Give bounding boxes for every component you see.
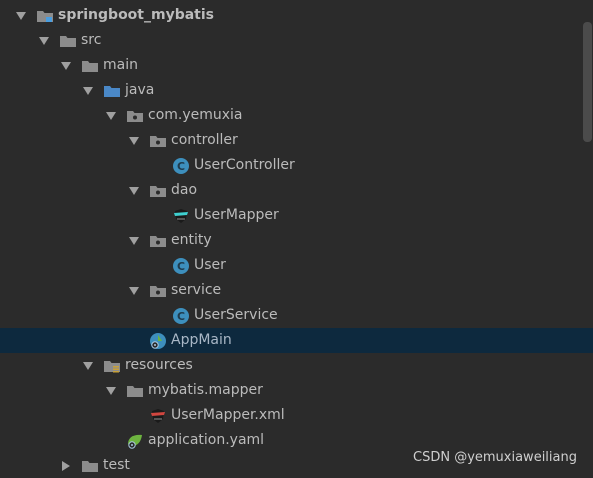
chevron-down-icon[interactable] [37,28,51,53]
chevron-down-icon[interactable] [81,78,95,103]
tree-item-java[interactable]: java [0,78,593,103]
tree-item-dao[interactable]: dao [0,178,593,203]
tree-item-label: UserController [194,157,295,173]
folder-icon [81,57,99,75]
svg-text:C: C [177,260,185,273]
chevron-down-icon[interactable] [104,103,118,128]
class-icon: C [172,257,190,275]
tree-item-label: User [194,257,226,273]
watermark: CSDN @yemuxiaweiliang [413,450,577,465]
tree-item-label: UserMapper [194,207,279,223]
tree-item-label: UserService [194,307,278,323]
tree-item-package[interactable]: com.yemuxia [0,103,593,128]
svg-text:C: C [177,160,185,173]
package-icon [149,232,167,250]
vertical-scrollbar[interactable] [583,22,592,142]
chevron-down-icon[interactable] [127,178,141,203]
tree-item-app-main[interactable]: AppMain [0,328,593,353]
tree-item-src[interactable]: src [0,28,593,53]
source-folder-icon [103,82,121,100]
tree-item-user-mapper[interactable]: UserMapper [0,203,593,228]
mybatis-xml-icon [149,407,167,425]
tree-item-label: controller [171,132,238,148]
folder-icon [81,457,99,475]
tree-item-user-service[interactable]: C UserService [0,303,593,328]
chevron-down-icon[interactable] [81,353,95,378]
chevron-right-icon[interactable] [59,453,73,478]
tree-item-user-mapper-xml[interactable]: UserMapper.xml [0,403,593,428]
tree-item-mybatis-mapper[interactable]: mybatis.mapper [0,378,593,403]
tree-item-label: service [171,282,222,298]
tree-item-project[interactable]: springboot_mybatis [0,3,593,28]
module-folder-icon [36,7,54,25]
tree-item-label: java [125,82,155,98]
tree-item-service[interactable]: service [0,278,593,303]
folder-icon [59,32,77,50]
tree-item-label: main [103,57,138,73]
class-icon: C [172,307,190,325]
tree-item-entity[interactable]: entity [0,228,593,253]
class-icon: C [172,157,190,175]
tree-item-label: com.yemuxia [148,107,243,123]
tree-item-label: AppMain [171,332,232,348]
chevron-down-icon[interactable] [59,53,73,78]
tree-item-main[interactable]: main [0,53,593,78]
resources-folder-icon [103,357,121,375]
chevron-down-icon[interactable] [127,278,141,303]
chevron-down-icon[interactable] [14,3,28,28]
spring-boot-class-icon [149,332,167,350]
package-icon [149,132,167,150]
tree-item-label: test [103,457,130,473]
tree-item-label: mybatis.mapper [148,382,263,398]
tree-item-resources[interactable]: resources [0,353,593,378]
tree-item-label: dao [171,182,198,198]
project-tree: springboot_mybatis src main java com.yem… [0,3,593,478]
tree-item-label: entity [171,232,212,248]
tree-item-label: springboot_mybatis [58,7,215,23]
package-icon [149,182,167,200]
tree-item-user-controller[interactable]: C UserController [0,153,593,178]
tree-item-label: src [81,32,102,48]
folder-icon [126,382,144,400]
chevron-down-icon[interactable] [127,128,141,153]
chevron-down-icon[interactable] [104,378,118,403]
tree-item-label: UserMapper.xml [171,407,285,423]
svg-text:C: C [177,310,185,323]
mybatis-mapper-icon [172,207,190,225]
tree-item-label: application.yaml [148,432,265,448]
chevron-down-icon[interactable] [127,228,141,253]
tree-item-user[interactable]: C User [0,253,593,278]
tree-item-label: resources [125,357,193,373]
package-icon [149,282,167,300]
spring-config-icon [126,432,144,450]
package-icon [126,107,144,125]
tree-item-controller[interactable]: controller [0,128,593,153]
